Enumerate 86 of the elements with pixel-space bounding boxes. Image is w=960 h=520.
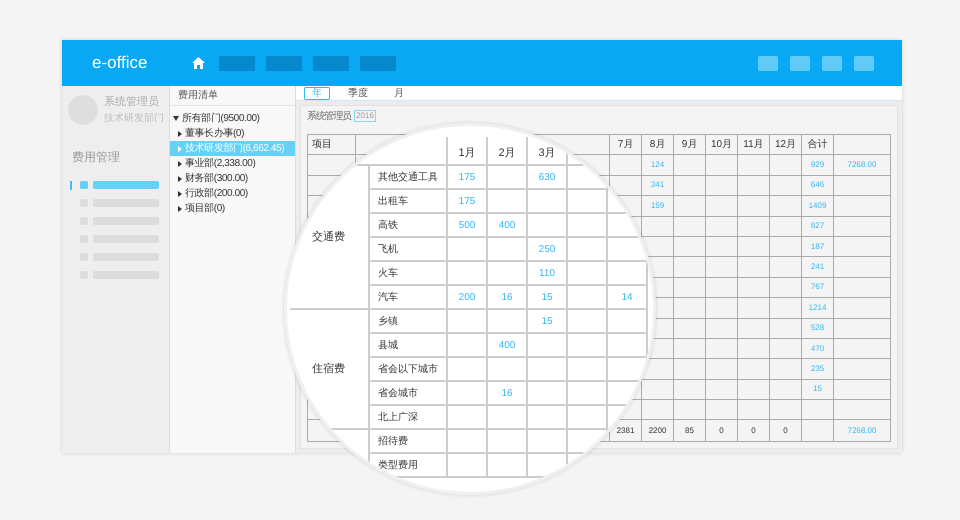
nav-tab[interactable] — [219, 56, 255, 70]
app-logo: e-office — [92, 52, 148, 74]
table-cell: 124 — [650, 159, 664, 172]
expense-item: 乡镇 — [378, 314, 398, 328]
period-tab[interactable]: 季度 — [340, 86, 376, 100]
category-label: 住宿费 — [312, 362, 345, 377]
expense-item: 出租车 — [378, 194, 408, 208]
column-header: 1月 — [458, 146, 476, 160]
column-header: 8月 — [650, 138, 666, 152]
table-cell: 0 — [751, 424, 756, 437]
nav-tab[interactable] — [313, 56, 349, 70]
tree-item[interactable]: 所有部门(9500.00) — [182, 110, 260, 126]
table-cell: 241 — [810, 261, 824, 274]
tree-item[interactable]: 事业部(2,338.00) — [170, 156, 256, 171]
expense-item: 火车 — [378, 266, 398, 280]
expense-item: 县城 — [378, 338, 398, 352]
table-cell: 7268.00 — [848, 159, 876, 172]
table-cell-text: 15 — [541, 290, 553, 304]
column-header: 2月 — [498, 146, 516, 160]
column-header: 项目 — [312, 138, 332, 152]
expense-item: 飞机 — [378, 242, 398, 256]
tree-item[interactable]: 项目部(0) — [170, 201, 226, 216]
category-label: 交通费 — [312, 230, 345, 245]
table-cell: 646 — [810, 179, 824, 192]
table-cell: 7268.00 — [848, 424, 876, 437]
table-cell-text: 250 — [538, 242, 556, 256]
table-cell: 85 — [685, 424, 694, 437]
expense-item: 汽车 — [378, 290, 398, 304]
table-cell-text: 500 — [458, 218, 476, 232]
table-cell: 0 — [719, 424, 724, 437]
table-cell-text: 15 — [541, 314, 553, 328]
toolbar-icon[interactable] — [854, 56, 874, 70]
table-cell: 767 — [810, 281, 824, 294]
table-cell: 235 — [810, 362, 824, 375]
table-cell: 470 — [810, 342, 824, 355]
table-cell: 159 — [650, 200, 664, 212]
home-icon[interactable] — [192, 57, 205, 69]
tree-item[interactable]: 行政部(200.00) — [170, 186, 249, 201]
table-cell: 2200 — [648, 424, 666, 437]
column-header: 3月 — [538, 146, 556, 160]
toolbar-icon[interactable] — [758, 56, 778, 70]
expense-item: 其他交通工具 — [378, 170, 438, 184]
table-cell: 528 — [810, 322, 824, 334]
tree-item[interactable]: 财务部(300.00) — [170, 171, 249, 186]
table-cell-text: 16 — [501, 290, 513, 304]
column-header: 7月 — [618, 138, 634, 152]
table-cell: 627 — [810, 220, 824, 232]
table-cell-text: 16 — [501, 386, 513, 400]
table-cell: 187 — [810, 240, 824, 253]
table-cell: 341 — [650, 179, 664, 192]
table-cell-text: 175 — [458, 194, 476, 208]
tree-item[interactable]: 董事长办事(0) — [170, 126, 246, 141]
table-cell: 1214 — [808, 302, 826, 314]
table-cell-text: 14 — [621, 290, 633, 304]
table-cell: 1409 — [808, 200, 826, 212]
column-header: 10月 — [710, 138, 732, 152]
column-header: 11月 — [743, 138, 764, 152]
sidebar-title: 费用管理 — [71, 148, 121, 166]
table-cell: 929 — [810, 159, 824, 172]
filter-label: 系统管理员 — [307, 110, 352, 124]
period-tab[interactable]: 月 — [386, 86, 412, 100]
expense-item: 高铁 — [378, 218, 398, 232]
column-header: 9月 — [682, 138, 698, 152]
table-cell: 2381 — [616, 424, 634, 437]
nav-tab[interactable] — [266, 56, 302, 70]
table-cell-text: 400 — [498, 338, 516, 352]
user-name: 系统管理员 — [104, 94, 160, 110]
expense-item: 省会以下城市 — [378, 362, 438, 376]
expense-item: 北上广深 — [378, 410, 418, 424]
table-cell-text: 175 — [458, 170, 476, 184]
table-cell-text: 630 — [538, 170, 556, 184]
toolbar-icon[interactable] — [790, 56, 810, 70]
toolbar-icon[interactable] — [822, 56, 842, 70]
expense-item: 类型费用 — [378, 458, 418, 472]
expand-caret-icon[interactable] — [173, 116, 179, 120]
column-header: 合计 — [808, 138, 828, 152]
table-cell: 15 — [813, 383, 822, 396]
panel-title: 费用清单 — [178, 88, 218, 103]
table-cell-text: 200 — [458, 290, 476, 304]
expense-item: 招待费 — [378, 434, 408, 448]
table-cell: 0 — [783, 424, 788, 437]
nav-tab[interactable] — [360, 56, 396, 70]
table-cell-text: 400 — [498, 218, 516, 232]
table-cell-text: 110 — [539, 266, 555, 280]
column-header: 12月 — [774, 138, 796, 152]
expense-item: 省会城市 — [378, 386, 418, 400]
